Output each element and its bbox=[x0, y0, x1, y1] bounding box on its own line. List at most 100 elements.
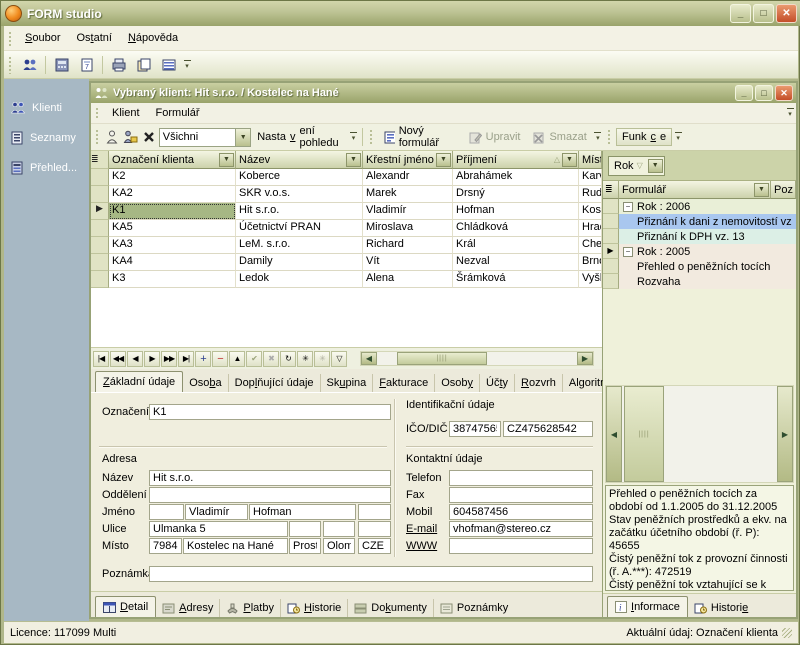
psc-field[interactable] bbox=[149, 538, 182, 554]
table-cell[interactable]: Karv bbox=[579, 169, 602, 186]
table-cell[interactable]: KA5 bbox=[109, 220, 236, 237]
table-cell[interactable]: Cheb bbox=[579, 237, 602, 254]
dic-field[interactable] bbox=[503, 421, 593, 437]
form-row-selected[interactable]: Přiznání k dani z nemovitostí vz bbox=[603, 214, 796, 229]
form-row[interactable]: Přiznání k DPH vz. 13 bbox=[603, 229, 796, 244]
tab-zakladni-udaje[interactable]: Základní údaje bbox=[95, 371, 183, 392]
table-cell[interactable]: KA3 bbox=[109, 237, 236, 254]
table-row[interactable]: KA3 LeM. s.r.o. Richard Král Cheb bbox=[91, 237, 602, 254]
table-cell[interactable]: K2 bbox=[109, 169, 236, 186]
client-filter-combobox[interactable]: Všichni ▼ bbox=[159, 128, 251, 147]
ulice-extra-field[interactable] bbox=[358, 521, 391, 537]
table-horizontal-scrollbar[interactable]: ◀ |||| ▶ bbox=[360, 351, 594, 366]
view-settings-button[interactable]: Nastavení pohledu bbox=[251, 122, 348, 152]
menu-napoveda[interactable]: Nápověda bbox=[120, 29, 186, 47]
first-record-button[interactable]: |◀ bbox=[93, 351, 109, 367]
clients-button[interactable] bbox=[17, 53, 42, 76]
goto-bookmark-button[interactable]: ✳ bbox=[314, 351, 330, 367]
post-edit-button[interactable]: ✔ bbox=[246, 351, 262, 367]
forms-horizontal-scrollbar[interactable]: ◀ |||| ▶ bbox=[605, 385, 794, 483]
cancel-edit-button[interactable]: ✖ bbox=[263, 351, 279, 367]
copy-button[interactable] bbox=[131, 53, 156, 76]
jmeno-last-field[interactable] bbox=[249, 504, 356, 520]
kraj-field[interactable] bbox=[323, 538, 355, 554]
telefon-field[interactable] bbox=[449, 470, 593, 486]
delete-record-button[interactable]: − bbox=[212, 351, 228, 367]
table-row[interactable]: K3 Ledok Alena Šrámková Vyšk bbox=[91, 271, 602, 288]
menu-formular[interactable]: Formulář bbox=[148, 104, 208, 122]
table-cell[interactable]: Vyšk bbox=[579, 271, 602, 288]
fax-field[interactable] bbox=[449, 487, 593, 503]
table-cell[interactable]: Šrámková bbox=[453, 271, 579, 288]
table-cell[interactable]: Účetnictví PRAN bbox=[236, 220, 363, 237]
jmeno-title-field[interactable] bbox=[149, 504, 184, 520]
table-cell[interactable]: Kost bbox=[579, 203, 602, 220]
toolbar1-overflow-button[interactable]: ▾ bbox=[348, 126, 358, 148]
form-group-row[interactable]: ▶ −Rok : 2005 bbox=[603, 244, 796, 259]
client-maximize-button[interactable]: □ bbox=[755, 85, 773, 101]
table-cell[interactable]: Alena bbox=[363, 271, 453, 288]
client-menubar-grip[interactable] bbox=[95, 106, 100, 120]
table-cell[interactable]: KA2 bbox=[109, 186, 236, 203]
www-link-label[interactable]: WWW bbox=[406, 540, 437, 552]
email-link-label[interactable]: E-mail bbox=[406, 523, 437, 535]
prior-record-button[interactable]: ◀ bbox=[127, 351, 143, 367]
next-page-button[interactable]: ▶▶ bbox=[161, 351, 177, 367]
oznaceni-field[interactable] bbox=[149, 404, 391, 420]
close-button[interactable]: ✕ bbox=[776, 4, 797, 23]
ulice-co-field[interactable] bbox=[323, 521, 355, 537]
menu-soubor[interactable]: Soubor bbox=[17, 29, 68, 47]
table-cell[interactable]: Marek bbox=[363, 186, 453, 203]
table-cell[interactable]: Vít bbox=[363, 254, 453, 271]
misto-field[interactable] bbox=[183, 538, 288, 554]
table-cell[interactable]: Král bbox=[453, 237, 579, 254]
tab-dokumenty[interactable]: Dokumenty bbox=[348, 599, 434, 617]
ico-field[interactable] bbox=[449, 421, 501, 437]
tab-osoby[interactable]: Osoby bbox=[435, 374, 480, 392]
table-corner-button[interactable]: ≣ bbox=[91, 151, 109, 169]
table-cell[interactable]: Vladimír bbox=[363, 203, 453, 220]
menu-ostatni[interactable]: Ostatní bbox=[68, 29, 119, 47]
column-header-misto[interactable]: Místo bbox=[579, 151, 602, 169]
sidebar-item-prehled[interactable]: Přehled... bbox=[4, 153, 89, 183]
oddeleni-field[interactable] bbox=[149, 487, 391, 503]
table-cell[interactable]: Alexandr bbox=[363, 169, 453, 186]
table-cell[interactable]: Koberce bbox=[236, 169, 363, 186]
person-edit-button[interactable] bbox=[121, 126, 140, 149]
refresh-button[interactable]: ↻ bbox=[280, 351, 296, 367]
toolbar-overflow-button[interactable]: ▾ bbox=[181, 54, 193, 76]
forms-button[interactable]: 7 bbox=[74, 53, 99, 76]
table-cell[interactable]: K3 bbox=[109, 271, 236, 288]
table-row[interactable]: KA5 Účetnictví PRAN Miroslava Chládková … bbox=[91, 220, 602, 237]
edit-record-button[interactable]: ▲ bbox=[229, 351, 245, 367]
calculator-button[interactable] bbox=[49, 53, 74, 76]
edit-button[interactable]: Upravit bbox=[463, 128, 527, 147]
jmeno-first-field[interactable] bbox=[185, 504, 248, 520]
combobox-dropdown-icon[interactable]: ▼ bbox=[235, 129, 250, 146]
tab-poznamky[interactable]: Poznámky bbox=[434, 599, 514, 617]
minimize-button[interactable]: _ bbox=[730, 4, 751, 23]
tab-platby[interactable]: Platby bbox=[220, 599, 281, 617]
last-record-button[interactable]: ▶| bbox=[178, 351, 194, 367]
new-form-button[interactable]: Nový formulář bbox=[378, 122, 463, 152]
column-filter-icon[interactable]: ▼ bbox=[754, 183, 769, 197]
collapse-icon[interactable]: − bbox=[623, 202, 633, 212]
client-close-button[interactable]: ✕ bbox=[775, 85, 793, 101]
table-cell[interactable]: K1 bbox=[109, 203, 236, 220]
group-by-rok[interactable]: Rok ▽ ▼ bbox=[608, 156, 665, 176]
column-header-oznaceni[interactable]: Označení klienta▼ bbox=[109, 151, 236, 169]
form-row[interactable]: Přehled o peněžních tocích bbox=[603, 259, 796, 274]
sidebar-item-klienti[interactable]: Klienti bbox=[4, 93, 89, 123]
table-cell[interactable]: Brno bbox=[579, 254, 602, 271]
www-field[interactable] bbox=[449, 538, 593, 554]
column-header-formular[interactable]: Formulář▼ bbox=[619, 181, 771, 199]
scroll-left-icon[interactable]: ◀ bbox=[361, 352, 377, 365]
delete-button[interactable]: Smazat bbox=[526, 128, 592, 147]
table-cell[interactable]: Abrahámek bbox=[453, 169, 579, 186]
column-header-nazev[interactable]: Název▼ bbox=[236, 151, 363, 169]
tab-informace[interactable]: i Informace bbox=[607, 596, 688, 617]
table-cell[interactable]: Hrad bbox=[579, 220, 602, 237]
table-row[interactable]: KA2 SKR v.o.s. Marek Drsný Rudn bbox=[91, 186, 602, 203]
maximize-button[interactable]: □ bbox=[753, 4, 774, 23]
tab-historie-right[interactable]: Historie bbox=[688, 599, 754, 617]
